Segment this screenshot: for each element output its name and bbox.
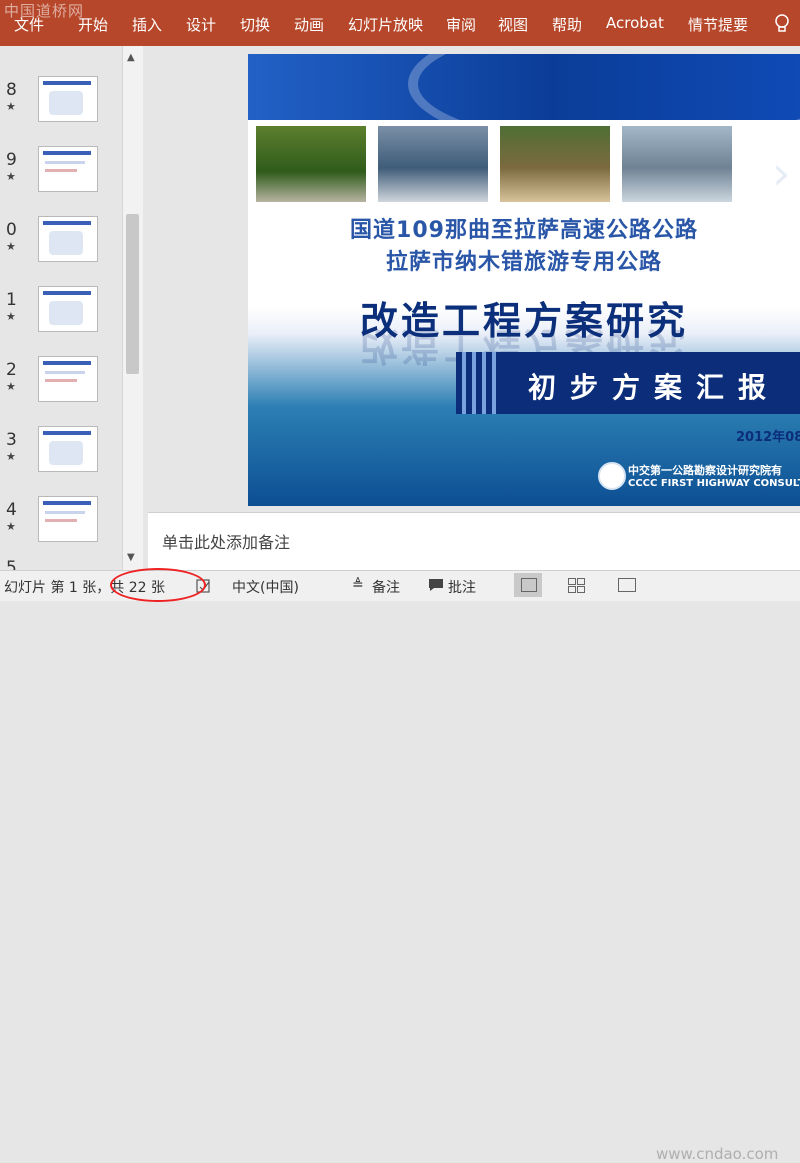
scroll-up-icon[interactable]: ▲ <box>127 52 135 63</box>
reading-view-button[interactable] <box>612 573 640 597</box>
thumbnail-number: 2 <box>6 360 17 380</box>
bridge-photo <box>622 126 732 202</box>
slide-title-line2: 拉萨市纳木错旅游专用公路 <box>385 250 662 275</box>
organization-name-en: CCCC FIRST HIGHWAY CONSULTANTS <box>628 478 800 489</box>
slide-date: 2012年08 <box>736 430 800 445</box>
animation-star-icon: ★ <box>6 170 16 183</box>
slide-main-title: 改造工程方案研究 <box>359 299 688 343</box>
tab-acrobat[interactable]: Acrobat <box>606 14 664 32</box>
tab-slideshow[interactable]: 幻灯片放映 <box>348 14 423 35</box>
thumbnail-number: 3 <box>6 430 17 450</box>
tab-transitions[interactable]: 切换 <box>240 14 270 35</box>
tab-home[interactable]: 开始 <box>78 14 108 35</box>
thumbnail-slide[interactable]: 3 ★ <box>0 426 120 484</box>
slide-sorter-view-button[interactable] <box>562 573 590 597</box>
slide-canvas[interactable]: › 国道109那曲至拉萨高速公路公路 拉萨市纳木错旅游专用公路 改造工程方案研究… <box>248 54 800 506</box>
tab-file[interactable]: 文件 <box>14 14 44 35</box>
scroll-down-icon[interactable]: ▼ <box>127 552 135 563</box>
thumbnail-number: 8 <box>6 80 17 100</box>
thumbnail-slide[interactable]: 0 ★ <box>0 216 120 274</box>
thumbnail-slide[interactable]: 2 ★ <box>0 356 120 414</box>
tab-insert[interactable]: 插入 <box>132 14 162 35</box>
notes-placeholder[interactable]: 单击此处添加备注 <box>162 529 290 553</box>
thumbnail-image <box>38 286 98 332</box>
thumbnail-slide[interactable]: 9 ★ <box>0 146 120 204</box>
company-logo-icon <box>598 462 626 490</box>
photo-strip <box>248 120 800 212</box>
thumbnail-number: 9 <box>6 150 17 170</box>
thumbnail-slide[interactable]: 8 ★ <box>0 76 120 134</box>
thumbnail-pane[interactable]: 8 ★ 9 ★ 0 ★ 1 ★ 2 ★ 3 ★ 4 ★ 5 <box>0 46 142 570</box>
animation-star-icon: ★ <box>6 520 16 533</box>
animation-star-icon: ★ <box>6 310 16 323</box>
thumbnail-image <box>38 216 98 262</box>
tab-design[interactable]: 设计 <box>186 14 216 35</box>
slide-title-line1: 国道109那曲至拉萨高速公路公路 <box>350 218 698 243</box>
language-status[interactable]: 中文(中国) <box>232 577 299 597</box>
tab-animations[interactable]: 动画 <box>294 14 324 35</box>
thumbnail-image <box>38 426 98 472</box>
road-photo <box>378 126 488 202</box>
banner-stripes <box>456 352 500 414</box>
thumbnail-slide[interactable]: 1 ★ <box>0 286 120 344</box>
tab-view[interactable]: 视图 <box>498 14 528 35</box>
animation-star-icon: ★ <box>6 380 16 393</box>
banner-text: 初步方案汇报 <box>528 371 781 404</box>
thumbnail-number: 1 <box>6 290 17 310</box>
thumbnail-image <box>38 356 98 402</box>
red-highlight-ellipse <box>110 568 206 602</box>
thumbnail-image <box>38 146 98 192</box>
lightbulb-icon[interactable] <box>774 14 790 32</box>
thumbnail-slide[interactable]: 5 <box>0 558 120 570</box>
tab-help[interactable]: 帮助 <box>552 14 582 35</box>
tab-review[interactable]: 审阅 <box>446 14 476 35</box>
thumbnail-slide[interactable]: 4 ★ <box>0 496 120 554</box>
notes-pane[interactable]: 单击此处添加备注 <box>148 512 800 571</box>
notes-button-icon[interactable]: ≜ <box>352 577 364 593</box>
animation-star-icon: ★ <box>6 100 16 113</box>
thumbnail-number: 5 <box>6 558 17 570</box>
ribbon-tabs: 中国道桥网 文件 开始 插入 设计 切换 动画 幻灯片放映 审阅 视图 帮助 A… <box>0 0 800 46</box>
road-photo <box>500 126 610 202</box>
animation-star-icon: ★ <box>6 450 16 463</box>
thumbnail-number: 0 <box>6 220 17 240</box>
thumbnail-number: 4 <box>6 500 17 520</box>
chevron-right-icon: › <box>772 146 791 200</box>
comment-icon[interactable] <box>428 578 444 592</box>
notes-button[interactable]: 备注 <box>372 577 400 597</box>
thumbnail-scrollbar[interactable]: ▲ ▼ <box>122 46 143 570</box>
comments-button[interactable]: 批注 <box>448 577 476 597</box>
watermark-url: www.cndao.com <box>656 1145 779 1163</box>
normal-view-button[interactable] <box>514 573 542 597</box>
thumbnail-image <box>38 496 98 542</box>
tab-storyboard[interactable]: 情节提要 <box>688 14 748 35</box>
scrollbar-thumb[interactable] <box>126 214 139 374</box>
animation-star-icon: ★ <box>6 240 16 253</box>
road-photo <box>256 126 366 202</box>
organization-name-cn: 中交第一公路勘察设计研究院有 <box>628 464 782 477</box>
thumbnail-image <box>38 76 98 122</box>
slide-banner: 初步方案汇报 <box>456 352 800 414</box>
